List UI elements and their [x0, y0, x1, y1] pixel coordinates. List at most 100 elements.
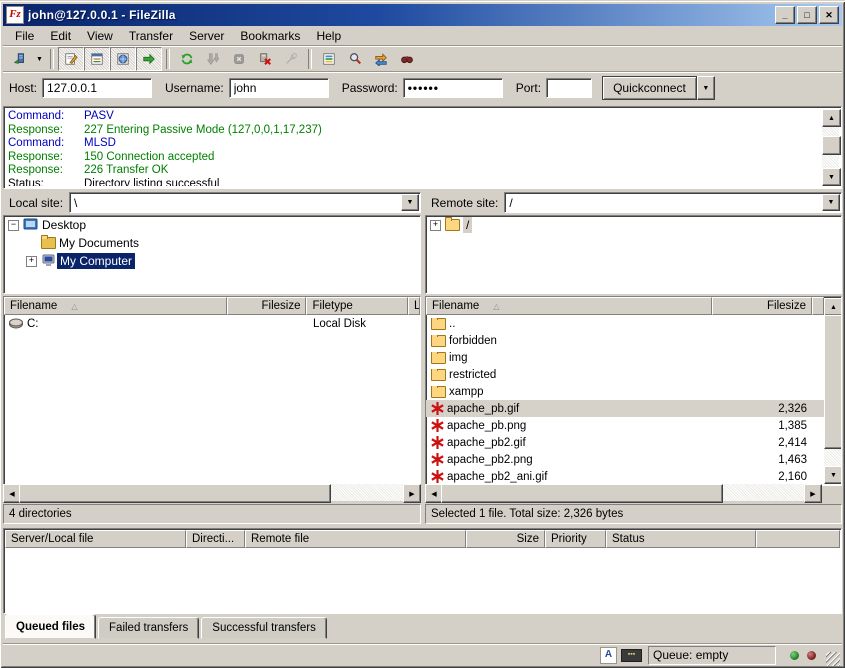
password-label: Password:	[342, 81, 398, 95]
column-header-server-local-file[interactable]: Server/Local file	[5, 530, 186, 548]
tree-item-my-documents[interactable]: My Documents	[4, 234, 420, 252]
sort-asc-icon: △	[71, 302, 77, 311]
message-log-toggle-button[interactable]	[58, 47, 84, 71]
expand-icon[interactable]: +	[26, 256, 37, 267]
chevron-down-icon[interactable]: ▼	[401, 194, 419, 211]
remote-vertical-scrollbar[interactable]: ▲ ▼	[824, 298, 841, 484]
minimize-button[interactable]: _	[775, 6, 795, 24]
log-scrollbar[interactable]: ▲ ▼	[822, 109, 839, 186]
cancel-button	[226, 47, 252, 71]
menu-edit[interactable]: Edit	[42, 27, 79, 45]
column-header-size[interactable]: Size	[466, 530, 545, 548]
menu-file[interactable]: File	[7, 27, 42, 45]
directory-comparison-button[interactable]	[342, 47, 368, 71]
tab-failed-transfers[interactable]: Failed transfers	[98, 617, 199, 639]
filter-button[interactable]	[316, 47, 342, 71]
image-file-icon	[431, 402, 444, 415]
quickconnect-button[interactable]: Quickconnect	[602, 76, 697, 100]
menu-transfer[interactable]: Transfer	[121, 27, 181, 45]
file-row[interactable]: xampp	[426, 383, 824, 400]
scroll-down-icon[interactable]: ▼	[824, 466, 842, 484]
queue-tabs: Queued files Failed transfers Successful…	[3, 615, 842, 639]
window-title: john@127.0.0.1 - FileZilla	[28, 8, 773, 22]
documents-folder-icon	[41, 237, 56, 249]
site-manager-dropdown[interactable]: ▼	[33, 48, 46, 70]
transfer-queue-icon	[141, 52, 157, 66]
scroll-up-icon[interactable]: ▲	[824, 298, 842, 316]
disconnect-button[interactable]	[252, 47, 278, 71]
cancel-icon	[231, 52, 247, 66]
directory-tree-toggle-button[interactable]	[110, 47, 136, 71]
local-file-row-c-drive[interactable]: C: Local Disk	[4, 315, 420, 332]
file-row[interactable]: forbidden	[426, 332, 824, 349]
file-row[interactable]: restricted	[426, 366, 824, 383]
column-header-filename[interactable]: Filename△	[426, 297, 712, 315]
file-row[interactable]: ..	[426, 315, 824, 332]
collapse-icon[interactable]: −	[8, 220, 19, 231]
close-button[interactable]: ✕	[819, 6, 839, 24]
refresh-button[interactable]	[174, 47, 200, 71]
menu-help[interactable]: Help	[308, 27, 349, 45]
column-header-remote-file[interactable]: Remote file	[245, 530, 466, 548]
column-header-filename[interactable]: Filename△	[4, 297, 227, 315]
port-input[interactable]	[546, 78, 592, 98]
scroll-up-icon[interactable]: ▲	[822, 109, 841, 127]
scroll-down-icon[interactable]: ▼	[822, 168, 841, 186]
column-header-filetype[interactable]: Filetype	[306, 297, 408, 315]
scrollbar-thumb[interactable]	[441, 484, 723, 503]
transfer-type-ascii-icon[interactable]: A	[600, 647, 617, 664]
username-input[interactable]	[229, 78, 329, 98]
scrollbar-thumb[interactable]	[824, 315, 842, 449]
file-row[interactable]: apache_pb2.gif 2,414	[426, 434, 824, 451]
file-row[interactable]: img	[426, 349, 824, 366]
log-line: Command:MLSD	[8, 137, 820, 151]
password-input[interactable]	[403, 78, 503, 98]
scroll-right-icon[interactable]: ▶	[403, 484, 421, 503]
transfer-queue-toggle-button[interactable]	[136, 47, 162, 71]
synchronized-browsing-icon	[373, 52, 389, 66]
chevron-down-icon[interactable]: ▼	[822, 194, 840, 211]
tab-queued-files[interactable]: Queued files	[5, 614, 96, 639]
site-manager-icon	[12, 52, 28, 66]
quickconnect-dropdown[interactable]: ▼	[697, 76, 715, 100]
speed-limit-icon[interactable]: ▪▪▪	[621, 649, 642, 662]
column-header-priority[interactable]: Priority	[545, 530, 606, 548]
remote-site-combo[interactable]: / ▼	[504, 192, 842, 213]
column-header-filler	[756, 530, 840, 548]
scrollbar-thumb[interactable]	[822, 136, 841, 155]
remote-site-value: /	[509, 196, 512, 210]
tree-item-desktop[interactable]: − Desktop	[4, 216, 420, 234]
tab-successful-transfers[interactable]: Successful transfers	[201, 617, 327, 639]
column-header-lastmodified[interactable]: L	[408, 297, 420, 315]
image-file-icon	[431, 453, 444, 466]
maximize-button[interactable]: □	[797, 6, 817, 24]
column-header-filesize[interactable]: Filesize	[712, 297, 812, 315]
column-header-filesize[interactable]: Filesize	[227, 297, 307, 315]
local-horizontal-scrollbar[interactable]: ◀ ▶	[3, 484, 421, 501]
tree-item-root[interactable]: + /	[426, 216, 841, 234]
scroll-right-icon[interactable]: ▶	[804, 484, 822, 503]
app-icon: Fz	[6, 6, 24, 24]
expand-icon[interactable]: +	[430, 220, 441, 231]
file-row[interactable]: apache_pb2_ani.gif 2,160	[426, 468, 824, 485]
file-row[interactable]: apache_pb2.png 1,463	[426, 451, 824, 468]
file-panes-toggle-button[interactable]	[84, 47, 110, 71]
file-row-selected[interactable]: apache_pb.gif 2,326	[426, 400, 824, 417]
find-files-button[interactable]	[394, 47, 420, 71]
synchronized-browsing-button[interactable]	[368, 47, 394, 71]
column-header-direction[interactable]: Directi...	[186, 530, 245, 548]
remote-horizontal-scrollbar[interactable]: ◀ ▶	[425, 484, 822, 501]
local-site-combo[interactable]: \ ▼	[69, 192, 421, 213]
file-row[interactable]: apache_pb.png 1,385	[426, 417, 824, 434]
column-header-status[interactable]: Status	[606, 530, 756, 548]
scrollbar-thumb[interactable]	[19, 484, 331, 503]
menu-bookmarks[interactable]: Bookmarks	[232, 27, 308, 45]
directory-comparison-icon	[347, 52, 363, 66]
site-manager-button[interactable]	[7, 47, 33, 71]
menu-view[interactable]: View	[79, 27, 121, 45]
resize-grip[interactable]	[826, 652, 840, 666]
tree-item-my-computer[interactable]: + My Computer	[4, 252, 420, 270]
host-input[interactable]	[42, 78, 152, 98]
menu-server[interactable]: Server	[181, 27, 232, 45]
local-status-text: 4 directories	[3, 504, 421, 524]
